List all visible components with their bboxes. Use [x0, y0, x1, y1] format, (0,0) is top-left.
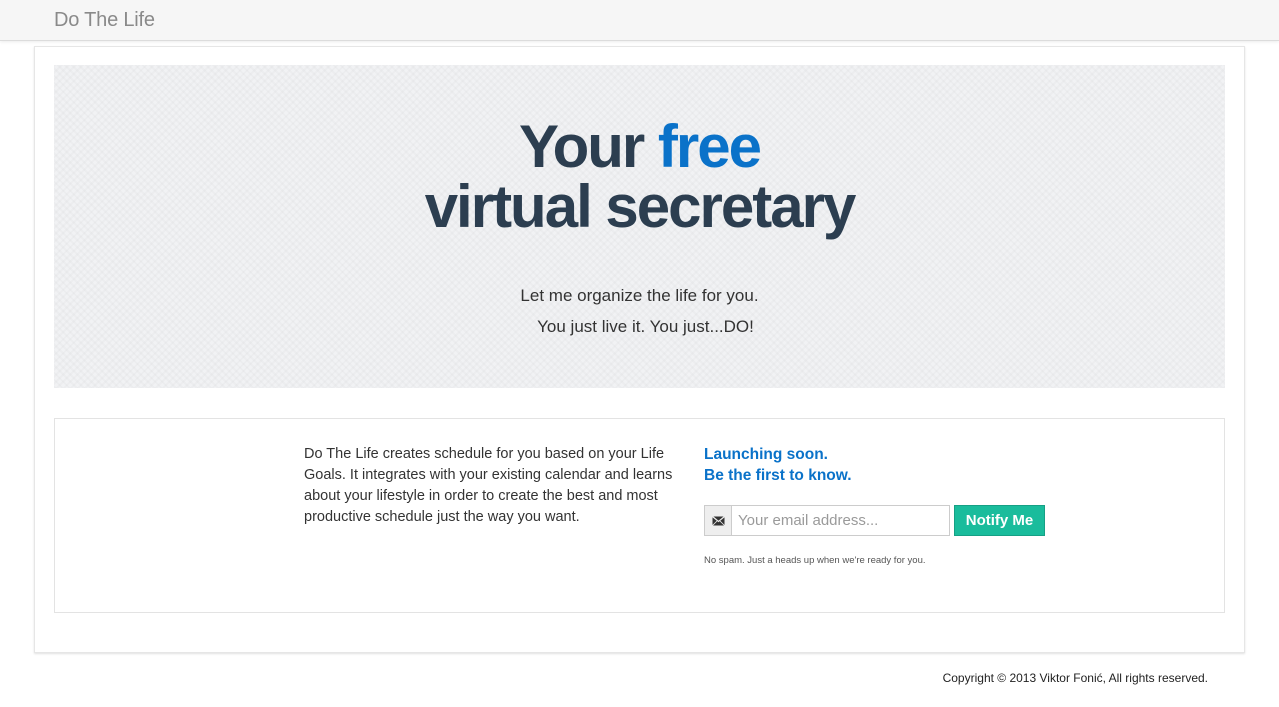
- notify-me-button[interactable]: Notify Me: [954, 505, 1045, 536]
- signup-form: Notify Me: [704, 505, 1045, 536]
- launch-heading-line2: Be the first to know.: [704, 467, 852, 484]
- brand-link[interactable]: Do The Life: [54, 9, 155, 32]
- top-navbar: Do The Life: [0, 0, 1279, 41]
- hero-section: Your free virtual secretary Let me organ…: [54, 65, 1225, 388]
- info-section: Do The Life creates schedule for you bas…: [54, 418, 1225, 613]
- product-description: Do The Life creates schedule for you bas…: [304, 446, 673, 525]
- signup-panel: Launching soon. Be the first to know. No…: [704, 444, 1064, 566]
- main-container: Your free virtual secretary Let me organ…: [34, 46, 1245, 653]
- hero-subtitle-line2: You just live it. You just...DO!: [537, 317, 754, 336]
- hero-title: Your free virtual secretary: [54, 117, 1225, 237]
- hero-subtitle: Let me organize the life for you. You ju…: [54, 280, 1225, 342]
- launch-heading: Launching soon. Be the first to know.: [704, 444, 1064, 486]
- envelope-icon: [704, 505, 731, 536]
- hero-subtitle-line1: Let me organize the life for you.: [520, 286, 759, 305]
- hero-title-line2: virtual secretary: [424, 173, 857, 240]
- launch-heading-line1: Launching soon.: [704, 446, 828, 463]
- footer-copyright: Copyright © 2013 Viktor Fonić, All right…: [942, 671, 1208, 685]
- no-spam-note: No spam. Just a heads up when we're read…: [704, 555, 926, 566]
- hero-title-accent: free: [657, 113, 762, 180]
- hero-title-prefix: Your: [519, 113, 645, 180]
- email-input[interactable]: [731, 505, 950, 536]
